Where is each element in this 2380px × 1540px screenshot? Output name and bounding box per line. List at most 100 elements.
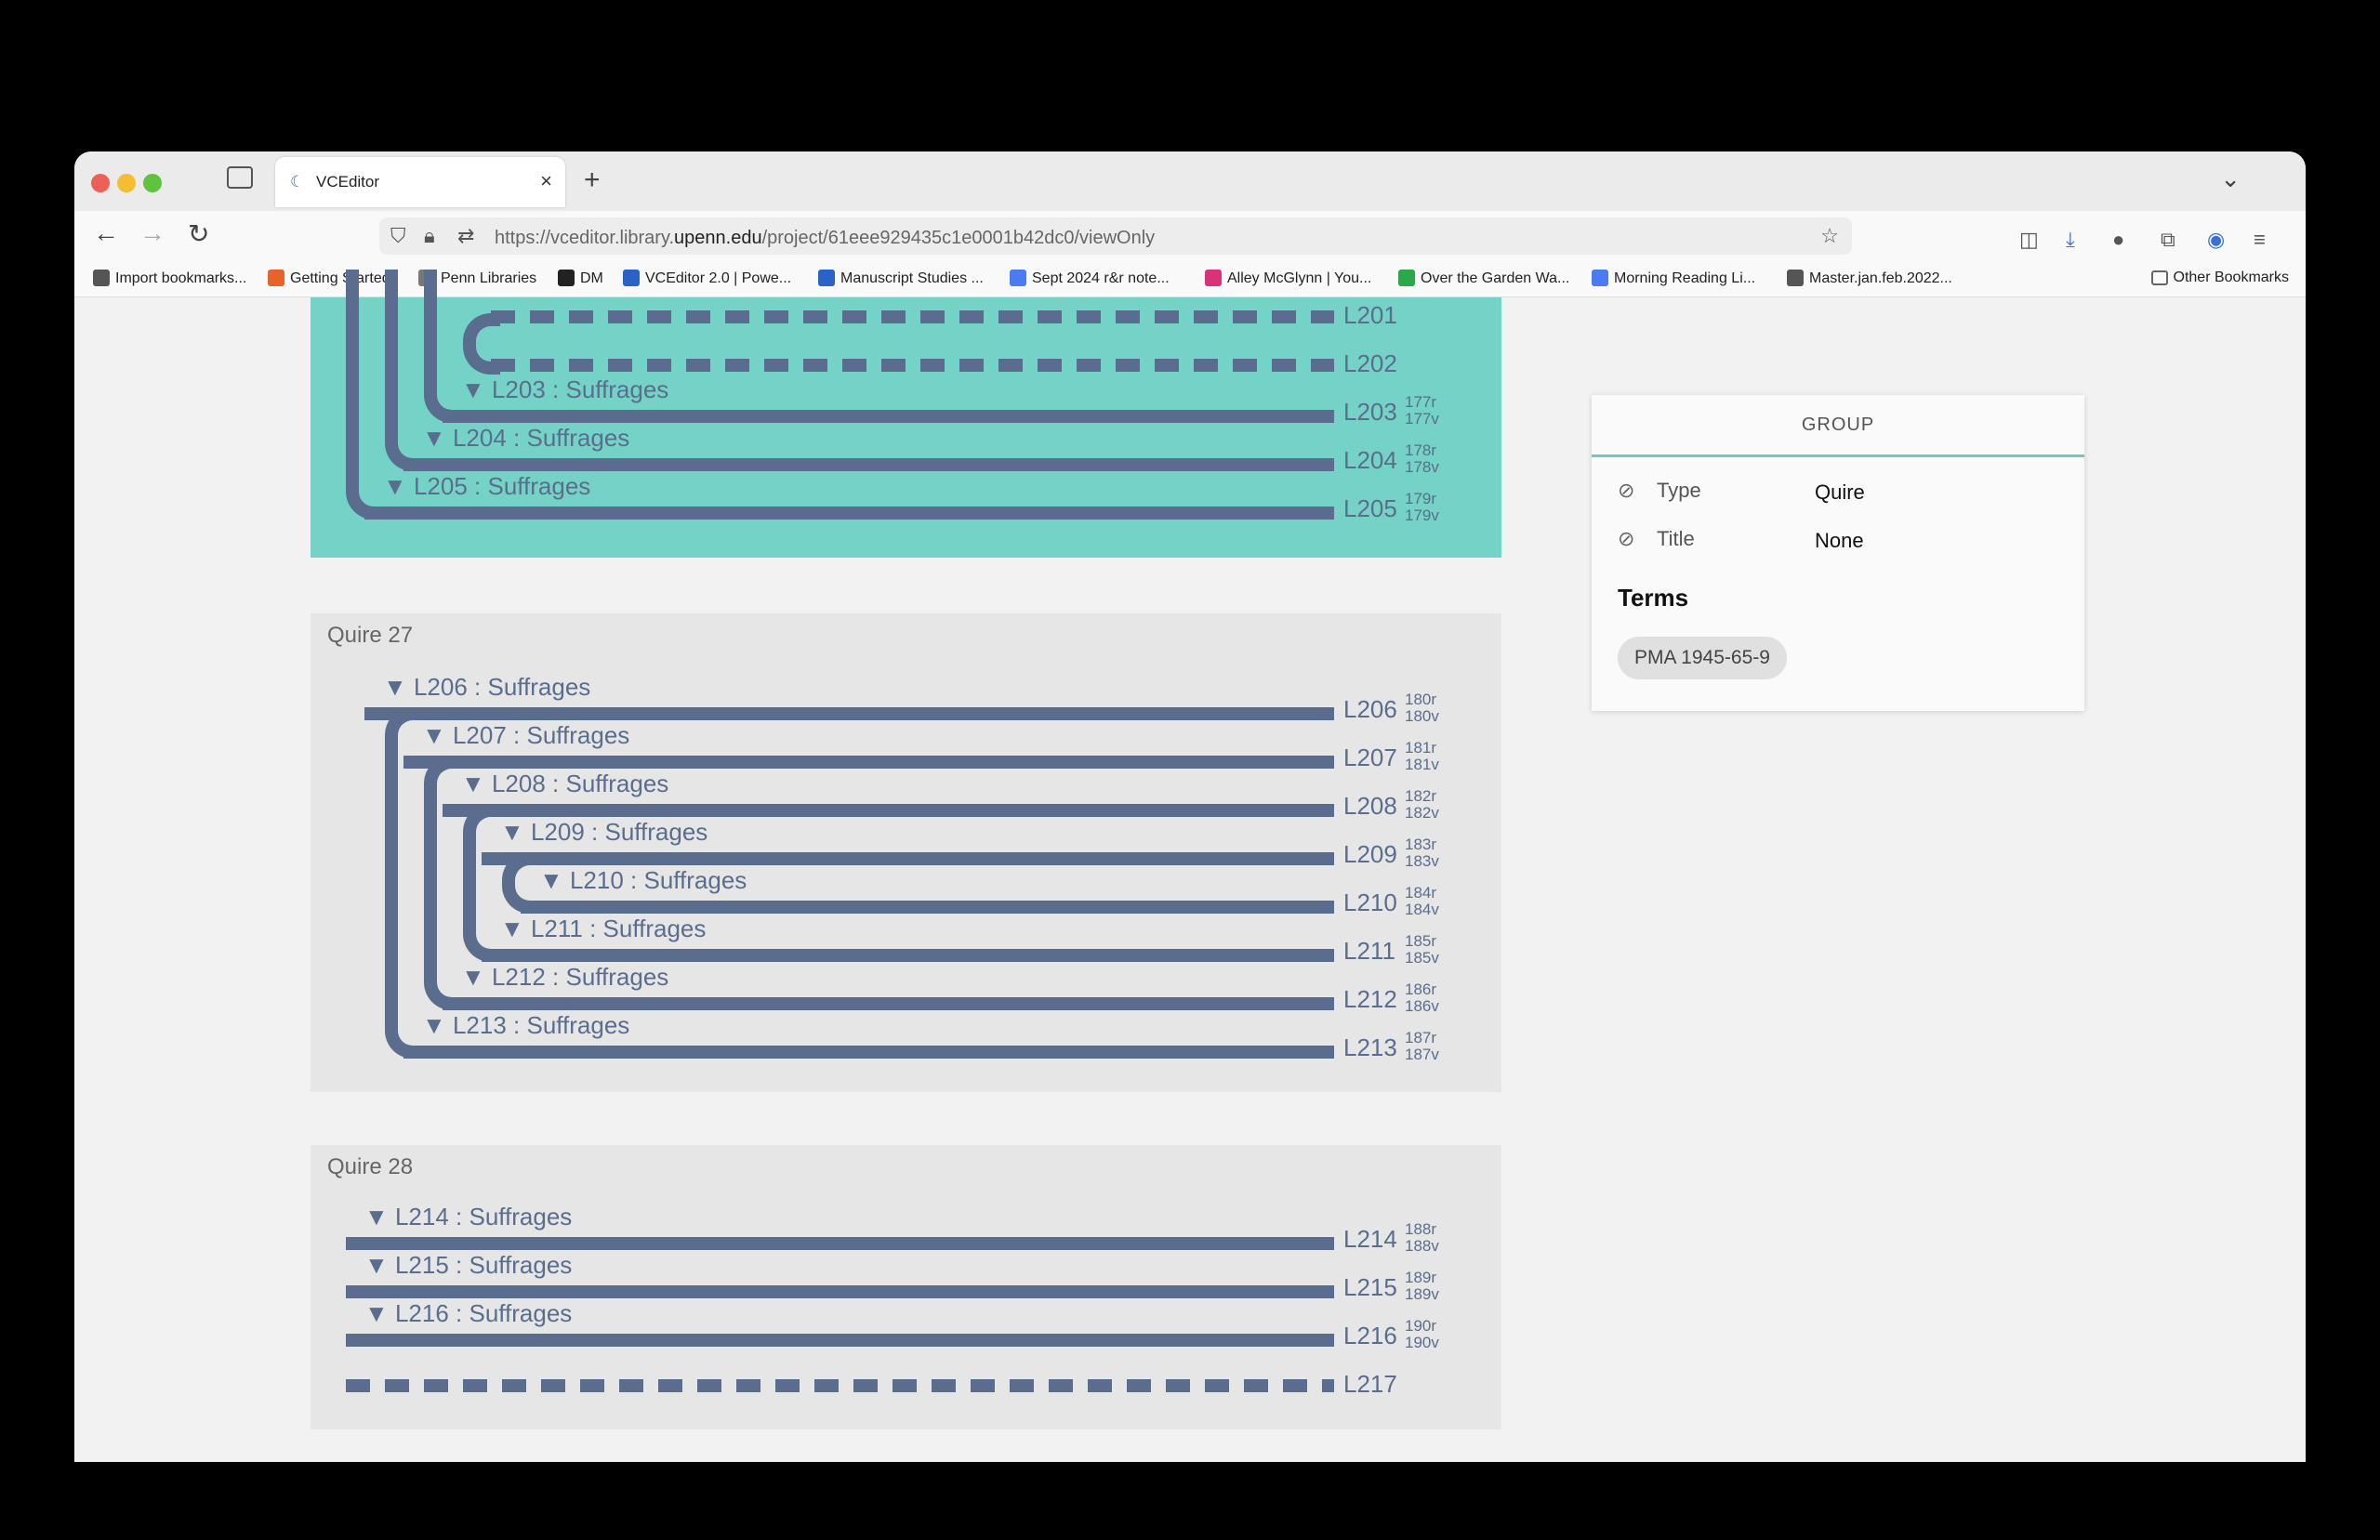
leaf-bar[interactable] <box>443 997 1334 1010</box>
leaf-title[interactable]: ▼ L206 : Suffrages <box>383 673 590 702</box>
leaf-id: L203 <box>1343 398 1397 426</box>
leaf-title[interactable]: ▼ L205 : Suffrages <box>383 472 590 501</box>
collapse-triangle-icon[interactable]: ▼ <box>364 1203 395 1231</box>
forward-button[interactable]: → <box>139 218 165 248</box>
password-manager-icon[interactable]: ◉ <box>2207 228 2225 252</box>
tab-list-chevron-icon[interactable]: ⌄ <box>2220 165 2241 193</box>
close-window-button[interactable] <box>91 174 110 192</box>
leaf-title[interactable]: ▼ L214 : Suffrages <box>364 1203 572 1231</box>
leaf-bar[interactable] <box>346 1285 1334 1298</box>
collapse-triangle-icon[interactable]: ▼ <box>422 721 453 749</box>
bookmark-item[interactable]: Alley McGlynn | You... <box>1205 270 1371 287</box>
leaf-title[interactable]: ▼ L203 : Suffrages <box>461 375 668 404</box>
bookmark-item[interactable]: Morning Reading Li... <box>1592 270 1755 287</box>
leaf-title[interactable]: ▼ L209 : Suffrages <box>500 818 707 847</box>
pocket-icon[interactable]: ◫ <box>2019 228 2039 252</box>
collapse-triangle-icon[interactable]: ▼ <box>422 424 453 452</box>
conjoin-bracket <box>424 756 461 1010</box>
quire-box[interactable]: Quire 28 ▼ L214 : Suffrages L214 188r 188v ▼ … <box>311 1145 1501 1429</box>
collapse-triangle-icon[interactable]: ▼ <box>364 1251 395 1279</box>
bookmark-item[interactable]: Import bookmarks... <box>93 270 246 287</box>
leaf-bar[interactable] <box>346 1334 1334 1347</box>
leaf-bar[interactable] <box>403 458 1334 471</box>
lock-icon[interactable]: 🔒︎ <box>424 224 435 248</box>
leaf-bar[interactable] <box>482 852 1334 865</box>
leaf-title[interactable]: ▼ L208 : Suffrages <box>461 770 668 798</box>
folio-recto: 186r <box>1405 981 1437 998</box>
collapse-triangle-icon[interactable]: ▼ <box>500 915 531 942</box>
leaf-bar[interactable] <box>443 804 1334 817</box>
menu-icon[interactable]: ≡ <box>2254 228 2266 252</box>
bookmark-item[interactable]: VCEditor 2.0 | Powe... <box>623 270 791 287</box>
collapse-triangle-icon[interactable]: ▼ <box>461 963 492 991</box>
leaf-bar[interactable] <box>521 901 1334 914</box>
collapse-triangle-icon[interactable]: ▼ <box>383 472 414 500</box>
collapse-triangle-icon[interactable]: ▼ <box>383 673 414 701</box>
eye-off-icon[interactable]: ⊘ <box>1618 527 1634 551</box>
folio-labels: 187r 187v <box>1405 1030 1439 1063</box>
address-bar[interactable]: ⛉ 🔒︎ ⇄ https://vceditor.library.upenn.ed… <box>379 217 1852 255</box>
new-tab-button[interactable]: + <box>584 165 601 196</box>
terms-heading: Terms <box>1618 584 1689 612</box>
folio-recto: 190r <box>1405 1317 1437 1335</box>
shield-icon[interactable]: ⛉ <box>390 224 406 248</box>
collapse-triangle-icon[interactable]: ▼ <box>364 1299 395 1327</box>
extensions-icon[interactable]: ⧉ <box>2161 228 2175 252</box>
bookmark-star-icon[interactable]: ☆ <box>1820 224 1839 248</box>
collapse-triangle-icon[interactable]: ▼ <box>539 866 570 894</box>
leaf-id: L217 <box>1343 1370 1397 1398</box>
leaf-bar[interactable] <box>403 1046 1334 1059</box>
type-label: Type <box>1657 479 1701 502</box>
collapse-triangle-icon[interactable]: ▼ <box>461 770 492 797</box>
leaf-title[interactable]: ▼ L216 : Suffrages <box>364 1299 572 1328</box>
leaf-bar-dashed[interactable] <box>491 310 1334 323</box>
leaf-title[interactable]: ▼ L212 : Suffrages <box>461 963 668 992</box>
leaf-bar[interactable] <box>403 756 1334 769</box>
leaf-title[interactable]: ▼ L204 : Suffrages <box>422 424 629 453</box>
account-icon[interactable]: ● <box>2112 228 2124 252</box>
permissions-icon[interactable]: ⇄ <box>457 224 474 248</box>
back-button[interactable]: ← <box>93 218 119 248</box>
term-chip[interactable]: PMA 1945-65-9 <box>1618 637 1787 679</box>
folio-recto: 184r <box>1405 884 1437 902</box>
leaf-bar[interactable] <box>482 949 1334 962</box>
leaf-bar[interactable] <box>346 1237 1334 1250</box>
url-text[interactable]: https://vceditor.library.upenn.edu/proje… <box>495 228 1155 249</box>
leaf-title[interactable]: ▼ L207 : Suffrages <box>422 721 629 750</box>
collapse-triangle-icon[interactable]: ▼ <box>500 818 531 846</box>
quire-selected[interactable]: L201 L202 ▼ L203 : Suffrages L203 177r 177v ▼ … <box>311 270 1501 558</box>
bookmark-item[interactable]: Manuscript Studies ... <box>818 270 984 287</box>
leaf-title[interactable]: ▼ L215 : Suffrages <box>364 1251 572 1280</box>
maximize-window-button[interactable] <box>143 174 162 192</box>
leaf-title[interactable]: ▼ L210 : Suffrages <box>539 866 747 895</box>
leaf-title[interactable]: ▼ L213 : Suffrages <box>422 1011 629 1040</box>
sidebar-toggle-icon[interactable] <box>227 166 253 189</box>
minimize-window-button[interactable] <box>117 174 136 192</box>
reload-button[interactable]: ↻ <box>188 218 209 249</box>
folio-labels: 189r 189v <box>1405 1270 1439 1303</box>
downloads-icon[interactable]: ⤓ <box>2066 228 2075 252</box>
tab-vceditor[interactable]: ☾ VCEditor × <box>275 157 565 207</box>
bookmark-item[interactable]: Master.jan.feb.2022... <box>1787 270 1952 287</box>
quire-box[interactable]: Quire 27 ▼ L206 : Suffrages L206 180r 180v ▼ … <box>311 613 1501 1092</box>
leaf-bar-dashed[interactable] <box>491 359 1334 372</box>
leaf-bar[interactable] <box>364 507 1334 520</box>
collapse-triangle-icon[interactable]: ▼ <box>422 1011 453 1039</box>
folio-labels: 185r 185v <box>1405 933 1439 967</box>
close-tab-icon[interactable]: × <box>540 169 552 193</box>
leaf-bar[interactable] <box>443 410 1334 423</box>
leaf-title-text: L203 : Suffrages <box>491 375 669 403</box>
type-value: Quire <box>1815 480 1865 504</box>
folio-labels: 188r 188v <box>1405 1221 1439 1255</box>
leaf-bar[interactable] <box>364 707 1334 720</box>
leaf-id: L214 <box>1343 1225 1397 1253</box>
bookmark-item[interactable]: Sept 2024 r&r note... <box>1010 270 1170 287</box>
eye-off-icon[interactable]: ⊘ <box>1618 479 1634 503</box>
collapse-triangle-icon[interactable]: ▼ <box>461 375 492 403</box>
leaf-title-text: L209 : Suffrages <box>530 818 708 846</box>
bookmark-item[interactable]: Over the Garden Wa... <box>1398 270 1569 287</box>
bookmark-item[interactable]: DM <box>558 270 603 287</box>
leaf-title[interactable]: ▼ L211 : Suffrages <box>500 915 706 943</box>
other-bookmarks-folder[interactable]: Other Bookmarks <box>2150 270 2289 286</box>
leaf-bar-dashed[interactable] <box>346 1379 1334 1392</box>
